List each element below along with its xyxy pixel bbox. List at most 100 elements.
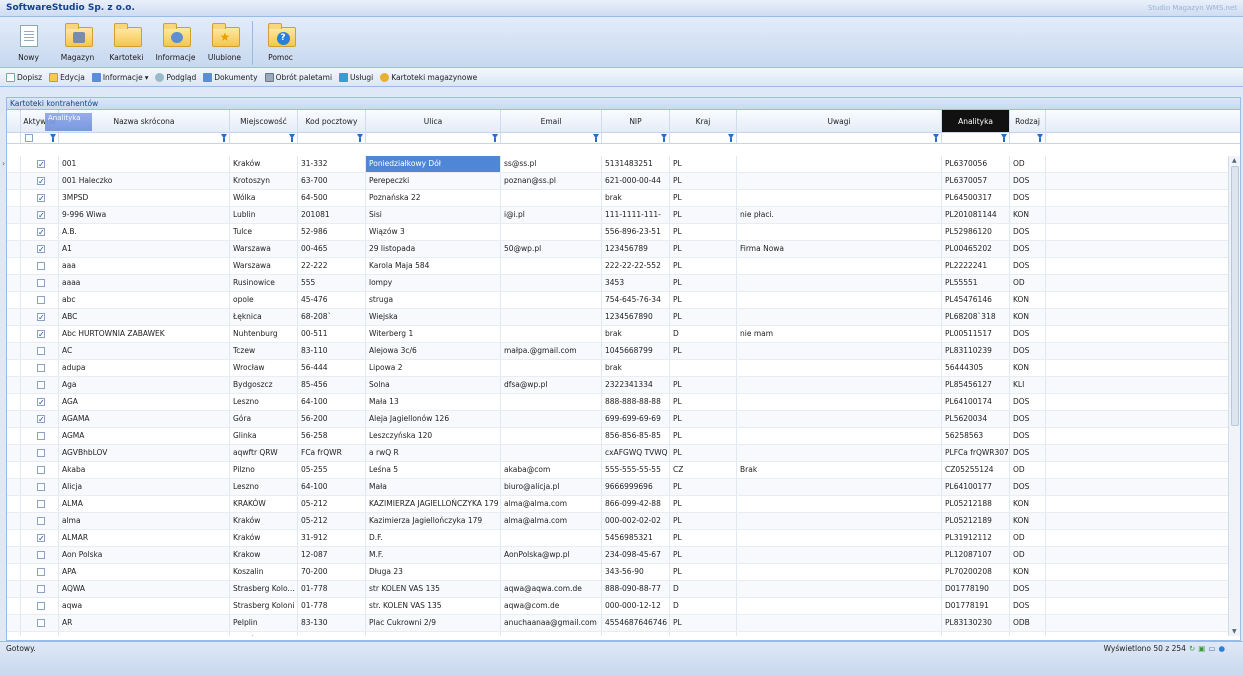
- cell-type[interactable]: DOS: [1010, 343, 1046, 359]
- cell-active[interactable]: [21, 394, 59, 410]
- cell-notes[interactable]: [737, 445, 942, 461]
- active-checkbox[interactable]: [37, 412, 45, 427]
- cell-notes[interactable]: [737, 309, 942, 325]
- filter-icon[interactable]: [933, 134, 939, 142]
- cell-country[interactable]: PL: [670, 547, 737, 563]
- table-row[interactable]: aqwa Strasberg Koloni 01-778 str. KOLEN VAS…: [7, 598, 1228, 615]
- cell-notes[interactable]: [737, 377, 942, 393]
- cell-notes[interactable]: [737, 547, 942, 563]
- cell-analytics[interactable]: PL45476146: [942, 292, 1010, 308]
- cell-notes[interactable]: [737, 258, 942, 274]
- cell-street[interactable]: struga: [366, 292, 501, 308]
- cell-country[interactable]: PL: [670, 445, 737, 461]
- active-checkbox[interactable]: [37, 466, 45, 474]
- cell-active[interactable]: [21, 496, 59, 512]
- cell-country[interactable]: PL: [670, 309, 737, 325]
- table-row[interactable]: AGVBhbLOV aqwftr QRW FCa frQWR a rwQ R cxAFG…: [7, 445, 1228, 462]
- cell-type[interactable]: DOS: [1010, 190, 1046, 206]
- cell-nip[interactable]: 866-099-42-88: [602, 496, 670, 512]
- column-header-notes[interactable]: Uwagi: [737, 110, 942, 132]
- cell-notes[interactable]: [737, 292, 942, 308]
- cell-analytics[interactable]: PL85456127: [942, 377, 1010, 393]
- table-row[interactable]: adupa Wrocław 56-444 Lipowa 2 brak 56444305 KO…: [7, 360, 1228, 377]
- cell-short-name[interactable]: 9-996 Wiwa: [59, 207, 230, 223]
- cell-short-name[interactable]: AQWA: [59, 581, 230, 597]
- cell-city[interactable]: Nuhtenburg: [230, 326, 298, 342]
- filter-icon[interactable]: [1001, 134, 1007, 142]
- documents-button[interactable]: Dokumenty: [203, 72, 258, 82]
- cell-analytics[interactable]: PL83130230: [942, 615, 1010, 631]
- cell-email[interactable]: [501, 275, 602, 291]
- cell-analytics[interactable]: PL68208`318: [942, 309, 1010, 325]
- active-checkbox[interactable]: [37, 568, 45, 576]
- export-icon[interactable]: ▣: [1198, 644, 1205, 653]
- cell-street[interactable]: Poniedziałkowy Dół: [366, 156, 501, 172]
- cell-nip[interactable]: 5456985321: [602, 530, 670, 546]
- cell-type[interactable]: KON: [1010, 496, 1046, 512]
- cell-analytics[interactable]: PL6370057: [942, 173, 1010, 189]
- cell-notes[interactable]: nie mam: [737, 326, 942, 342]
- table-row[interactable]: aaa Warszawa 22-222 Karola Maja 584 222-22-2…: [7, 258, 1228, 275]
- cell-type[interactable]: OD: [1010, 530, 1046, 546]
- active-checkbox[interactable]: [37, 157, 45, 172]
- cell-short-name[interactable]: adupa: [59, 360, 230, 376]
- column-header-city[interactable]: Miejscowość: [230, 110, 298, 132]
- cell-email[interactable]: [501, 394, 602, 410]
- cell-country[interactable]: CZ: [670, 462, 737, 478]
- cell-city[interactable]: Warszawa: [230, 241, 298, 257]
- cell-nip[interactable]: 343-56-90: [602, 564, 670, 580]
- active-checkbox[interactable]: [37, 531, 45, 546]
- filter-icon[interactable]: [1037, 134, 1043, 142]
- cell-email[interactable]: alma@alma.com: [501, 513, 602, 529]
- cell-notes[interactable]: [737, 581, 942, 597]
- cell-analytics[interactable]: PL64100174: [942, 394, 1010, 410]
- active-checkbox[interactable]: [37, 191, 45, 206]
- cell-analytics[interactable]: PL5620034: [942, 411, 1010, 427]
- cell-notes[interactable]: [737, 564, 942, 580]
- cell-analytics[interactable]: PL64100177: [942, 479, 1010, 495]
- cell-nip[interactable]: 1234567890: [602, 309, 670, 325]
- ribbon-new-button[interactable]: Nowy: [4, 21, 53, 67]
- cell-active[interactable]: [21, 564, 59, 580]
- add-button[interactable]: Dopisz: [6, 72, 42, 82]
- cell-email[interactable]: [501, 360, 602, 376]
- cell-country[interactable]: D: [670, 581, 737, 597]
- ribbon-favorites-button[interactable]: ★ Ulubione: [200, 21, 249, 67]
- cell-city[interactable]: opole: [230, 292, 298, 308]
- cell-type[interactable]: KON: [1010, 309, 1046, 325]
- cell-active[interactable]: [21, 224, 59, 240]
- cell-notes[interactable]: [737, 479, 942, 495]
- cell-nip[interactable]: 5131483251: [602, 156, 670, 172]
- cell-type[interactable]: DOS: [1010, 241, 1046, 257]
- cell-country[interactable]: PL: [670, 513, 737, 529]
- cell-analytics[interactable]: PL05212188: [942, 496, 1010, 512]
- cell-city[interactable]: Lublin: [230, 207, 298, 223]
- cell-email[interactable]: [501, 309, 602, 325]
- cell-country[interactable]: D: [670, 598, 737, 614]
- cell-country[interactable]: PL: [670, 258, 737, 274]
- cell-notes[interactable]: [737, 224, 942, 240]
- cell-city[interactable]: Rusinowice: [230, 275, 298, 291]
- vertical-scrollbar[interactable]: ▲ ▼: [1228, 156, 1240, 636]
- cell-postal-code[interactable]: 31-912: [298, 530, 366, 546]
- cell-type[interactable]: ODB: [1010, 615, 1046, 631]
- cell-street[interactable]: Leszczyńska 120: [366, 428, 501, 444]
- cell-email[interactable]: poznan@ss.pl: [501, 173, 602, 189]
- filter-checkbox[interactable]: [25, 134, 33, 142]
- cell-short-name[interactable]: AR: [59, 615, 230, 631]
- table-row[interactable]: Akaba Pilzno 05-255 Leśna 5 akaba@com 555-555…: [7, 462, 1228, 479]
- cell-notes[interactable]: [737, 156, 942, 172]
- cell-type[interactable]: DOS: [1010, 428, 1046, 444]
- cell-country[interactable]: PL: [670, 275, 737, 291]
- cell-street[interactable]: Sisi: [366, 207, 501, 223]
- cell-country[interactable]: PL: [670, 428, 737, 444]
- cell-analytics[interactable]: PLFCa frQWR307: [942, 445, 1010, 461]
- table-row[interactable]: 001Kraków31-332Poniedziałkowy Dółss@ss.p…: [7, 156, 1228, 173]
- cell-active[interactable]: [21, 343, 59, 359]
- cell-email[interactable]: [501, 326, 602, 342]
- cell-nip[interactable]: 888-090-88-77: [602, 581, 670, 597]
- cell-notes[interactable]: [737, 632, 942, 636]
- cell-short-name[interactable]: aaa: [59, 258, 230, 274]
- cell-analytics[interactable]: PL2222241: [942, 258, 1010, 274]
- cell-city[interactable]: Strasberg Kolo...: [230, 581, 298, 597]
